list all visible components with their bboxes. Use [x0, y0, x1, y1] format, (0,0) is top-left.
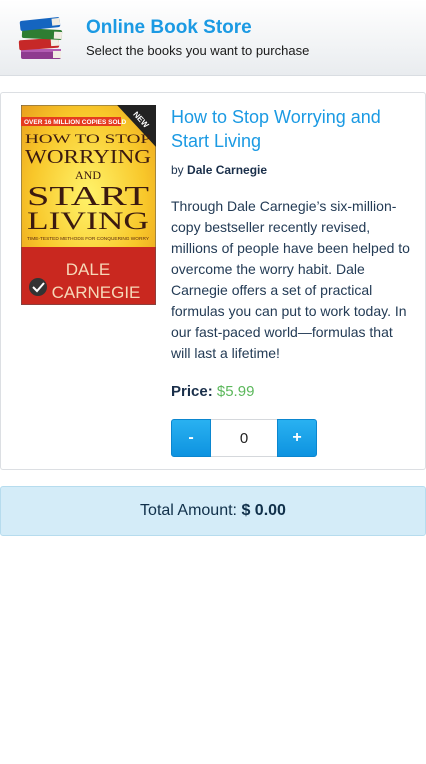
cover-title-line-3: AND	[75, 168, 101, 182]
cover-author-line-2: CARNEGIE	[52, 283, 141, 302]
price-value: $5.99	[216, 383, 255, 400]
book-description: Through Dale Carnegie’s six-million-copy…	[171, 198, 410, 361]
price-label: Price:	[171, 383, 213, 400]
author-name: Dale Carnegie	[187, 163, 268, 177]
cover-title-line-2: WORRYING	[25, 146, 151, 168]
total-value: $ 0.00	[241, 502, 286, 519]
cover-title-line-5: LIVING	[27, 208, 149, 235]
total-label: Total Amount:	[140, 502, 237, 519]
book-cover-image[interactable]: OVER 16 MILLION COPIES SOLD NEW HOW TO S…	[21, 105, 156, 305]
cover-banner: OVER 16 MILLION COPIES SOLD	[24, 119, 127, 126]
total-amount-bar: Total Amount: $ 0.00	[0, 486, 426, 536]
decrease-quantity-button[interactable]: -	[171, 419, 211, 457]
app-header: Online Book Store Select the books you w…	[0, 0, 426, 76]
by-label: by	[171, 163, 184, 177]
book-title[interactable]: How to Stop Worrying and Start Living	[171, 105, 411, 153]
author-line: by Dale Carnegie	[171, 163, 267, 177]
cover-author-line-1: DALE	[66, 260, 110, 279]
app-title: Online Book Store	[86, 17, 252, 38]
stack-of-books-icon	[18, 17, 63, 59]
quantity-stepper: - +	[171, 419, 317, 457]
cover-title-line-1: HOW TO STOP	[25, 131, 151, 146]
book-card: OVER 16 MILLION COPIES SOLD NEW HOW TO S…	[0, 92, 426, 470]
increase-quantity-button[interactable]: +	[277, 419, 317, 457]
app-subtitle: Select the books you want to purchase	[86, 43, 310, 58]
cover-tagline: TIME-TESTED METHODS FOR CONQUERING WORRY	[27, 236, 149, 241]
price-line: Price: $5.99	[171, 383, 254, 400]
quantity-input[interactable]	[211, 419, 277, 457]
cover-title-line-4: START	[27, 181, 150, 211]
checkmark-icon	[29, 278, 47, 296]
